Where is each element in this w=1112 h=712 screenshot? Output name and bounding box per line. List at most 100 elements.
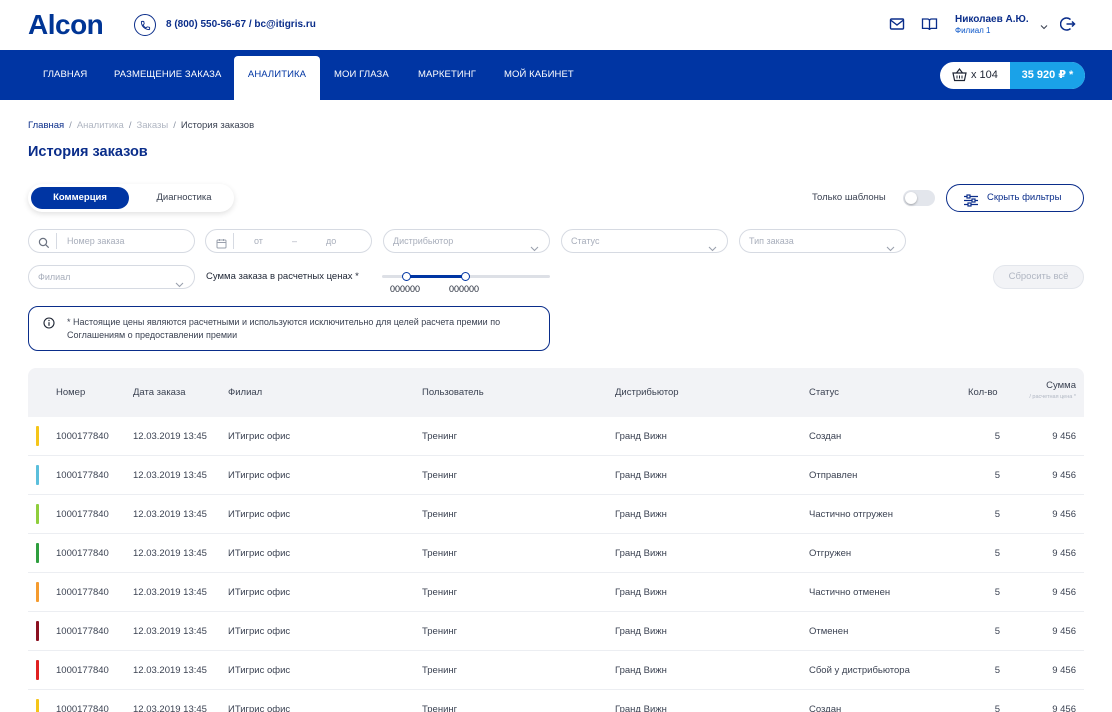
branch-select[interactable]: Филиал xyxy=(28,265,195,289)
cell-user: Тренинг xyxy=(422,509,458,520)
divider xyxy=(56,233,57,249)
date-dash: – xyxy=(292,236,298,246)
cell-sum: 9 456 xyxy=(1052,548,1076,559)
breadcrumb-analytics[interactable]: Аналитика xyxy=(77,120,124,131)
sum-range-min-handle[interactable] xyxy=(402,272,411,281)
chevron-down-icon xyxy=(886,238,895,260)
col-user[interactable]: Пользователь xyxy=(422,387,484,398)
cell-user: Тренинг xyxy=(422,431,458,442)
alcon-logo[interactable]: Alcon xyxy=(28,9,104,41)
cell-qty: 5 xyxy=(994,665,1000,676)
distributor-placeholder: Дистрибьютор xyxy=(393,236,454,246)
cell-branch: ИТигрис офис xyxy=(228,509,291,520)
nav-item-home[interactable]: ГЛАВНАЯ xyxy=(43,50,87,100)
cell-distributor: Гранд Вижн xyxy=(615,665,667,676)
cell-number: 1000177840 xyxy=(56,431,109,442)
hide-filters-button[interactable]: Скрыть фильтры xyxy=(946,184,1084,212)
col-sum-sublabel: / расчетная цена * xyxy=(1029,394,1076,400)
toggle-knob xyxy=(905,192,917,204)
user-branch: Филиал 1 xyxy=(955,26,991,35)
cell-date: 12.03.2019 13:45 xyxy=(133,665,207,676)
cell-branch: ИТигрис офис xyxy=(228,704,291,712)
branch-placeholder: Филиал xyxy=(38,272,71,282)
col-distributor[interactable]: Дистрибьютор xyxy=(615,387,679,398)
cell-number: 1000177840 xyxy=(56,587,109,598)
status-placeholder: Статус xyxy=(571,236,600,246)
logout-icon[interactable] xyxy=(1059,16,1076,32)
nav-item-marketing[interactable]: МАРКЕТИНГ xyxy=(418,50,476,100)
cart-widget[interactable]: x 104 35 920 ₽ * xyxy=(940,62,1085,89)
cell-qty: 5 xyxy=(994,626,1000,637)
cell-distributor: Гранд Вижн xyxy=(615,587,667,598)
date-range-field[interactable]: от – до xyxy=(205,229,372,253)
cell-date: 12.03.2019 13:45 xyxy=(133,704,207,712)
cell-number: 1000177840 xyxy=(56,704,109,712)
cell-branch: ИТигрис офис xyxy=(228,665,291,676)
sum-range-min-value: 000000 xyxy=(390,284,421,294)
col-branch[interactable]: Филиал xyxy=(228,387,262,398)
order-number-field[interactable]: Номер заказа xyxy=(28,229,195,253)
cell-branch: ИТигрис офис xyxy=(228,626,291,637)
col-sum[interactable]: Сумма / расчетная цена * xyxy=(1029,380,1076,400)
order-type-placeholder: Тип заказа xyxy=(749,236,794,246)
cart-sum: 35 920 ₽ * xyxy=(1010,62,1085,89)
sum-range-max-handle[interactable] xyxy=(461,272,470,281)
cell-sum: 9 456 xyxy=(1052,587,1076,598)
status-select[interactable]: Статус xyxy=(561,229,728,253)
status-color-bar xyxy=(36,465,39,485)
table-row[interactable]: 1000177840 12.03.2019 13:45 ИТигрис офис Тр… xyxy=(28,534,1084,573)
cell-date: 12.03.2019 13:45 xyxy=(133,626,207,637)
cell-user: Тренинг xyxy=(422,665,458,676)
user-name: Николаев А.Ю. xyxy=(955,14,1029,25)
col-number[interactable]: Номер xyxy=(56,387,85,398)
reset-all-button[interactable]: Сбросить всё xyxy=(993,265,1084,289)
cell-user: Тренинг xyxy=(422,704,458,712)
cell-distributor: Гранд Вижн xyxy=(615,509,667,520)
nav-item-place-order[interactable]: РАЗМЕЩЕНИЕ ЗАКАЗА xyxy=(114,50,221,100)
cell-status: Отправлен xyxy=(809,470,858,481)
contact-info[interactable]: 8 (800) 550-56-67 / bc@itigris.ru xyxy=(166,19,316,30)
cell-number: 1000177840 xyxy=(56,626,109,637)
chevron-down-icon xyxy=(530,238,539,260)
status-color-bar xyxy=(36,543,39,563)
cell-branch: ИТигрис офис xyxy=(228,431,291,442)
templates-only-toggle[interactable] xyxy=(903,190,935,206)
table-row[interactable]: 1000177840 12.03.2019 13:45 ИТигрис офис Тр… xyxy=(28,573,1084,612)
search-icon xyxy=(38,235,50,257)
table-row[interactable]: 1000177840 12.03.2019 13:45 ИТигрис офис Тр… xyxy=(28,495,1084,534)
cell-date: 12.03.2019 13:45 xyxy=(133,509,207,520)
status-color-bar xyxy=(36,660,39,680)
chevron-down-icon[interactable] xyxy=(1040,18,1048,30)
breadcrumb-home[interactable]: Главная xyxy=(28,120,64,131)
cell-qty: 5 xyxy=(994,509,1000,520)
segment-diagnostics[interactable]: Диагностика xyxy=(138,187,230,209)
order-type-select[interactable]: Тип заказа xyxy=(739,229,906,253)
user-menu[interactable]: Николаев А.Ю. Филиал 1 xyxy=(955,14,1029,35)
nav-item-my-account[interactable]: МОЙ КАБИНЕТ xyxy=(504,50,574,100)
table-row[interactable]: 1000177840 12.03.2019 13:45 ИТигрис офис Тр… xyxy=(28,651,1084,690)
nav-item-my-eyes[interactable]: МОИ ГЛАЗА xyxy=(334,50,389,100)
distributor-select[interactable]: Дистрибьютор xyxy=(383,229,550,253)
breadcrumb: Главная / Аналитика / Заказы / История заказов xyxy=(28,120,254,131)
cell-sum: 9 456 xyxy=(1052,470,1076,481)
status-color-bar xyxy=(36,621,39,641)
table-row[interactable]: 1000177840 12.03.2019 13:45 ИТигрис офис Тр… xyxy=(28,417,1084,456)
book-icon[interactable] xyxy=(921,16,938,32)
table-row[interactable]: 1000177840 12.03.2019 13:45 ИТигрис офис Тр… xyxy=(28,690,1084,712)
col-date[interactable]: Дата заказа xyxy=(133,387,186,398)
cell-number: 1000177840 xyxy=(56,665,109,676)
breadcrumb-orders[interactable]: Заказы xyxy=(136,120,168,131)
nav-item-analytics[interactable]: АНАЛИТИКА xyxy=(234,56,320,100)
cell-qty: 5 xyxy=(994,548,1000,559)
col-qty[interactable]: Кол-во xyxy=(968,387,998,398)
col-status[interactable]: Статус xyxy=(809,387,839,398)
cell-branch: ИТигрис офис xyxy=(228,548,291,559)
segment-commerce[interactable]: Коммерция xyxy=(31,187,129,209)
filter-sliders-icon xyxy=(963,192,979,218)
table-row[interactable]: 1000177840 12.03.2019 13:45 ИТигрис офис Тр… xyxy=(28,612,1084,651)
mail-icon[interactable] xyxy=(889,16,905,32)
templates-only-label: Только шаблоны xyxy=(812,192,886,203)
table-row[interactable]: 1000177840 12.03.2019 13:45 ИТигрис офис Тр… xyxy=(28,456,1084,495)
cell-distributor: Гранд Вижн xyxy=(615,626,667,637)
cell-status: Частично отгружен xyxy=(809,509,893,520)
